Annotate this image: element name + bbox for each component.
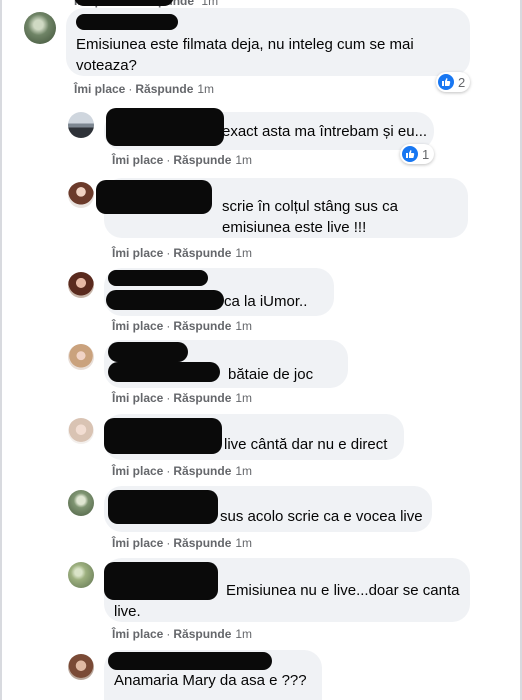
comment-text: Anamaria Mary da asa e ???	[114, 672, 307, 689]
comment-bubble: Emisiunea este filmata deja, nu inteleg …	[66, 8, 470, 76]
timestamp: 1m	[235, 319, 253, 333]
redacted-author-name	[106, 108, 224, 146]
timestamp: 1m	[235, 246, 253, 260]
timestamp: 1m	[201, 0, 219, 8]
comment-text: sus acolo scrie ca e vocea live	[220, 508, 423, 525]
comment-actions: Îmi place · Răspunde 1m	[112, 153, 252, 167]
redacted-author-name	[104, 418, 222, 454]
comment-actions: Îmi place · Răspunde 1m	[112, 464, 252, 478]
reply-link[interactable]: Răspunde	[173, 391, 231, 405]
reply-link[interactable]: Răspunde	[173, 153, 231, 167]
comment-actions: Îmi place · Răspunde 1m	[112, 391, 252, 405]
left-border	[0, 0, 2, 700]
redacted-author-name	[104, 562, 218, 600]
comment-text: live cântă dar nu e direct	[224, 436, 388, 453]
reaction-number: 1	[422, 146, 430, 162]
like-link[interactable]: Îmi place	[112, 627, 163, 641]
comment-text: scrie în colțul stâng sus ca emisiunea es…	[222, 198, 398, 236]
redacted-text	[106, 290, 224, 310]
comment-actions: Îmi place · Răspunde 1m	[74, 82, 214, 96]
reply-link[interactable]: Răspunde	[173, 319, 231, 333]
like-icon	[438, 74, 454, 90]
separator-dot: ·	[128, 82, 133, 96]
separator-dot: ·	[166, 391, 171, 405]
reaction-count[interactable]: 2	[436, 72, 471, 92]
avatar[interactable]	[68, 112, 94, 138]
avatar[interactable]	[68, 418, 94, 444]
like-link[interactable]: Îmi place	[112, 319, 163, 333]
redacted-author-name	[108, 342, 188, 362]
avatar[interactable]	[68, 490, 94, 516]
timestamp: 1m	[235, 464, 253, 478]
comment-actions: Îmi place · Răspunde 1m	[112, 536, 252, 550]
timestamp: 1m	[235, 391, 253, 405]
redacted-author-name	[108, 270, 208, 286]
separator-dot: ·	[166, 464, 171, 478]
avatar[interactable]	[24, 12, 56, 44]
redacted-text	[108, 362, 220, 382]
like-link[interactable]: Îmi place	[112, 391, 163, 405]
reaction-count[interactable]: 1	[400, 144, 435, 164]
redacted-author-name	[96, 180, 212, 214]
comment-actions: Îmi place · Răspunde 1m	[112, 246, 252, 260]
like-icon	[402, 146, 418, 162]
avatar[interactable]	[68, 182, 94, 208]
thread-connector	[39, 46, 41, 646]
reply-link[interactable]: Răspunde	[173, 627, 231, 641]
comment-text: bătaie de joc	[228, 366, 314, 383]
mentioned-user[interactable]: Anamaria Mary	[114, 672, 216, 689]
comment-text: Emisiunea este filmata deja, nu inteleg …	[76, 36, 414, 74]
redacted-region	[74, 0, 174, 6]
separator-dot: ·	[166, 153, 171, 167]
like-link[interactable]: Îmi place	[112, 464, 163, 478]
timestamp: 1m	[197, 82, 215, 96]
avatar[interactable]	[68, 562, 94, 588]
like-link[interactable]: Îmi place	[112, 536, 163, 550]
redacted-author-name	[108, 490, 218, 524]
timestamp: 1m	[235, 153, 253, 167]
like-link[interactable]: Îmi place	[74, 82, 125, 96]
comment-actions: Îmi place · Răspunde 1m	[112, 319, 252, 333]
reply-link[interactable]: Răspunde	[173, 246, 231, 260]
comment-text: ca la iUmor..	[224, 293, 308, 310]
like-link[interactable]: Îmi place	[112, 153, 163, 167]
timestamp: 1m	[235, 627, 253, 641]
comment-actions: Îmi place · Răspunde 1m	[112, 627, 252, 641]
comment-text: exact asta ma întrebam și eu...	[222, 123, 428, 140]
avatar[interactable]	[68, 654, 94, 680]
like-link[interactable]: Îmi place	[112, 246, 163, 260]
avatar[interactable]	[68, 272, 94, 298]
reply-link[interactable]: Răspunde	[173, 536, 231, 550]
redacted-author-name	[76, 14, 178, 30]
timestamp: 1m	[235, 536, 253, 550]
reaction-number: 2	[458, 74, 466, 90]
separator-dot: ·	[166, 627, 171, 641]
separator-dot: ·	[166, 246, 171, 260]
avatar[interactable]	[68, 344, 94, 370]
reply-link[interactable]: Răspunde	[173, 464, 231, 478]
redacted-author-name	[108, 652, 272, 670]
reply-link[interactable]: Răspunde	[135, 82, 193, 96]
separator-dot: ·	[166, 536, 171, 550]
separator-dot: ·	[166, 319, 171, 333]
